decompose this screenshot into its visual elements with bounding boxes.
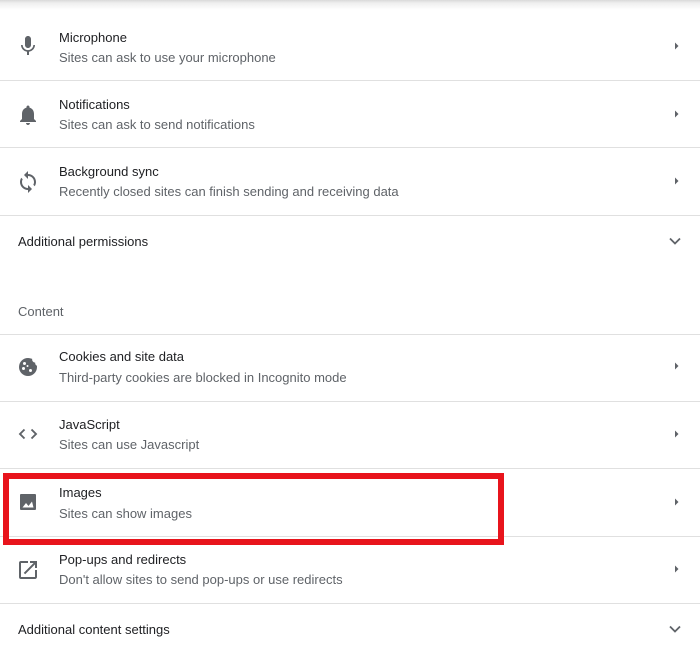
chevron-right-icon (672, 494, 682, 510)
permission-item-notifications[interactable]: Notifications Sites can ask to send noti… (0, 81, 700, 147)
divider (0, 603, 700, 604)
cookie-icon (16, 355, 40, 379)
chevron-right-icon (672, 38, 682, 54)
content-title: Images (59, 485, 102, 500)
code-icon (16, 422, 40, 446)
content-title: JavaScript (59, 417, 120, 432)
permission-title: Background sync (59, 164, 159, 179)
top-shadow (0, 0, 700, 12)
content-title: Pop-ups and redirects (59, 552, 187, 567)
image-icon (16, 490, 40, 514)
chevron-right-icon (672, 106, 682, 122)
content-item-javascript[interactable]: JavaScript Sites can use Javascript (0, 402, 700, 468)
chevron-right-icon (672, 426, 682, 442)
content-subtitle: Sites can show images (59, 506, 192, 521)
content-item-cookies[interactable]: Cookies and site data Third-party cookie… (0, 335, 700, 401)
permission-item-microphone[interactable]: Microphone Sites can ask to use your mic… (0, 14, 700, 80)
chevron-right-icon (672, 358, 682, 374)
content-item-popups[interactable]: Pop-ups and redirects Don't allow sites … (0, 537, 700, 603)
content-subtitle: Don't allow sites to send pop-ups or use… (59, 572, 343, 587)
open-in-new-icon (16, 558, 40, 582)
content-title: Cookies and site data (59, 349, 185, 364)
content-subtitle: Third-party cookies are blocked in Incog… (59, 370, 347, 385)
chevron-down-icon (668, 624, 682, 634)
permission-subtitle: Sites can ask to send notifications (59, 117, 255, 132)
divider (0, 215, 700, 216)
permission-subtitle: Sites can ask to use your microphone (59, 50, 276, 65)
chevron-down-icon (668, 236, 682, 246)
sync-icon (16, 170, 40, 194)
permission-item-background-sync[interactable]: Background sync Recently closed sites ca… (0, 148, 700, 214)
content-section-label: Content (18, 304, 64, 319)
content-subtitle: Sites can use Javascript (59, 437, 200, 452)
additional-permissions-label: Additional permissions (18, 234, 149, 249)
additional-content-settings-label: Additional content settings (18, 622, 170, 637)
chevron-right-icon (672, 561, 682, 577)
site-settings-page: Microphone Sites can ask to use your mic… (0, 0, 700, 658)
permission-title: Microphone (59, 30, 127, 45)
microphone-icon (16, 34, 40, 58)
content-item-images[interactable]: Images Sites can show images (0, 469, 700, 535)
chevron-right-icon (672, 173, 682, 189)
permission-subtitle: Recently closed sites can finish sending… (59, 184, 399, 199)
additional-permissions-toggle[interactable]: Additional permissions (0, 222, 700, 262)
additional-content-settings-toggle[interactable]: Additional content settings (0, 610, 700, 650)
permission-title: Notifications (59, 97, 130, 112)
bell-icon (16, 103, 40, 127)
